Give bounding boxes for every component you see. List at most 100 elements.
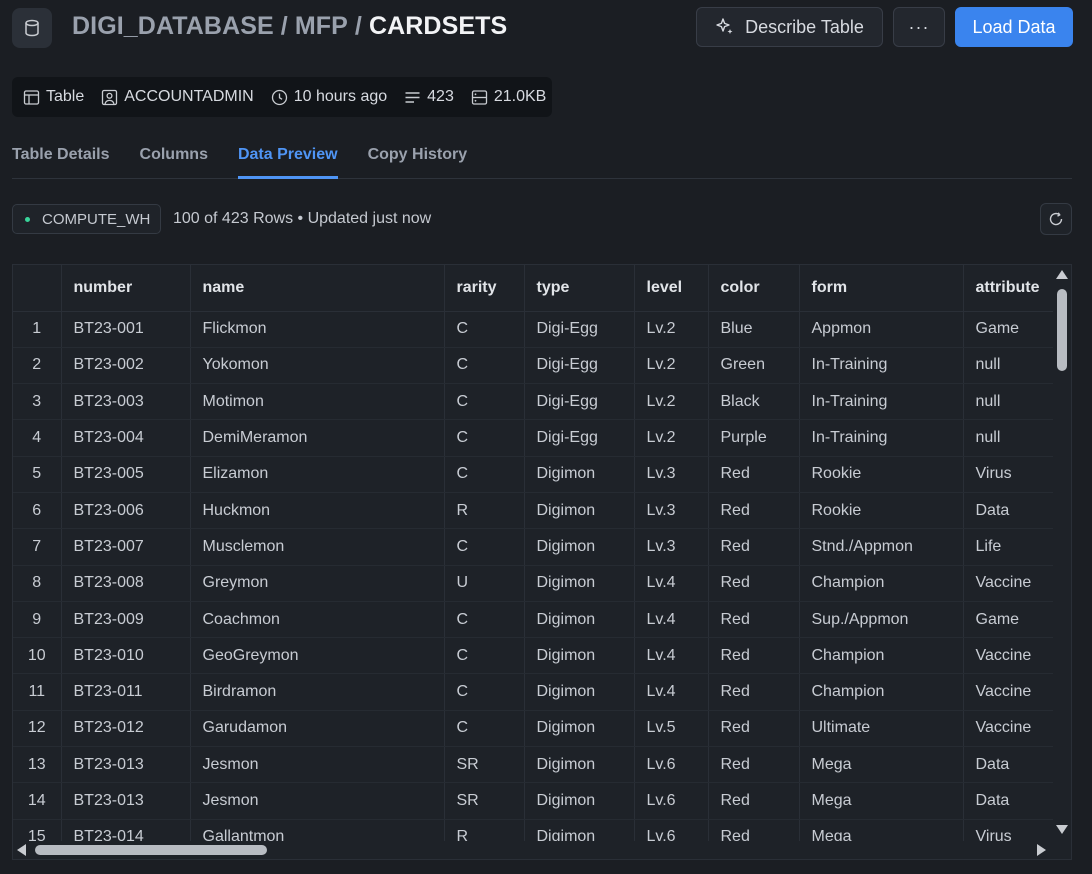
cell-form[interactable]: Rookie — [799, 456, 964, 493]
cell-number[interactable]: BT23-008 — [61, 565, 191, 602]
cell-name[interactable]: Motimon — [190, 383, 445, 421]
table-row[interactable]: 7 BT23-007 Musclemon C Digimon Lv.3 Red Stnd./A… — [13, 528, 1053, 566]
cell-color[interactable]: Black — [708, 383, 800, 421]
cell-type[interactable]: Digimon — [524, 746, 635, 784]
warehouse-selector[interactable]: COMPUTE_WH — [12, 204, 162, 234]
cell-attribute[interactable]: Game — [963, 601, 1053, 639]
cell-rarity[interactable]: R — [444, 492, 525, 530]
cell-name[interactable]: Huckmon — [190, 492, 445, 530]
cell-number[interactable]: BT23-005 — [61, 456, 191, 493]
cell-number[interactable]: BT23-010 — [61, 637, 191, 675]
table-row[interactable]: 13 BT23-013 Jesmon SR Digimon Lv.6 Red Mega Data — [13, 746, 1053, 784]
cell-color[interactable]: Red — [708, 710, 800, 748]
cell-type[interactable]: Digimon — [524, 601, 635, 639]
cell-rarity[interactable]: C — [444, 673, 525, 711]
column-header-color[interactable]: color — [708, 265, 800, 312]
cell-level[interactable]: Lv.2 — [634, 419, 709, 457]
table-row[interactable]: 9 BT23-009 Coachmon C Digimon Lv.4 Red Sup./App… — [13, 601, 1053, 639]
cell-attribute[interactable]: Life — [963, 528, 1053, 566]
cell-attribute[interactable]: Vaccine — [963, 710, 1053, 748]
cell-number[interactable]: BT23-002 — [61, 347, 191, 385]
column-header-number[interactable]: number — [61, 265, 191, 312]
cell-color[interactable]: Red — [708, 601, 800, 639]
cell-form[interactable]: Champion — [799, 673, 964, 711]
cell-number[interactable]: BT23-004 — [61, 419, 191, 457]
cell-level[interactable]: Lv.4 — [634, 601, 709, 639]
cell-type[interactable]: Digimon — [524, 673, 635, 711]
tab-copy-history[interactable]: Copy History — [368, 130, 468, 179]
cell-level[interactable]: Lv.6 — [634, 782, 709, 820]
cell-form[interactable]: Mega — [799, 746, 964, 784]
cell-form[interactable]: In-Training — [799, 419, 964, 457]
cell-level[interactable]: Lv.4 — [634, 637, 709, 675]
cell-name[interactable]: Garudamon — [190, 710, 445, 748]
column-header-form[interactable]: form — [799, 265, 964, 312]
column-header-index[interactable] — [13, 265, 62, 312]
table-row[interactable]: 4 BT23-004 DemiMeramon C Digi-Egg Lv.2 Purple I… — [13, 419, 1053, 457]
cell-name[interactable]: Elizamon — [190, 456, 445, 493]
describe-table-button[interactable]: Describe Table — [696, 7, 883, 47]
cell-attribute[interactable]: Vaccine — [963, 637, 1053, 675]
cell-color[interactable]: Red — [708, 746, 800, 784]
breadcrumb-database[interactable]: DIGI_DATABASE — [72, 12, 274, 40]
vertical-scrollbar[interactable] — [1053, 265, 1071, 841]
column-header-type[interactable]: type — [524, 265, 635, 312]
cell-rarity[interactable]: C — [444, 383, 525, 421]
cell-level[interactable]: Lv.2 — [634, 383, 709, 421]
cell-color[interactable]: Red — [708, 782, 800, 820]
cell-level[interactable]: Lv.3 — [634, 492, 709, 530]
cell-form[interactable]: Ultimate — [799, 710, 964, 748]
table-row[interactable]: 1 BT23-001 Flickmon C Digi-Egg Lv.2 Blue Appmon… — [13, 311, 1053, 348]
column-header-level[interactable]: level — [634, 265, 709, 312]
cell-form[interactable]: Champion — [799, 565, 964, 602]
cell-form[interactable]: Appmon — [799, 311, 964, 348]
cell-type[interactable]: Digi-Egg — [524, 419, 635, 457]
table-row[interactable]: 10 BT23-010 GeoGreymon C Digimon Lv.4 Red Champ… — [13, 637, 1053, 675]
cell-level[interactable]: Lv.5 — [634, 710, 709, 748]
cell-attribute[interactable]: Game — [963, 311, 1053, 348]
tab-table-details[interactable]: Table Details — [12, 130, 110, 179]
cell-form[interactable]: Mega — [799, 782, 964, 820]
cell-number[interactable]: BT23-006 — [61, 492, 191, 530]
table-row[interactable]: 11 BT23-011 Birdramon C Digimon Lv.4 Red Champi… — [13, 673, 1053, 711]
cell-rarity[interactable]: SR — [444, 782, 525, 820]
vertical-scroll-thumb[interactable] — [1057, 289, 1067, 371]
cell-color[interactable]: Red — [708, 492, 800, 530]
cell-color[interactable]: Red — [708, 565, 800, 602]
cell-rarity[interactable]: C — [444, 710, 525, 748]
cell-attribute[interactable]: null — [963, 347, 1053, 385]
cell-rarity[interactable]: C — [444, 419, 525, 457]
cell-name[interactable]: Greymon — [190, 565, 445, 602]
cell-level[interactable]: Lv.4 — [634, 673, 709, 711]
breadcrumb-schema[interactable]: MFP — [295, 12, 348, 40]
cell-number[interactable]: BT23-013 — [61, 746, 191, 784]
scroll-left-icon[interactable] — [17, 844, 26, 856]
cell-name[interactable]: Coachmon — [190, 601, 445, 639]
refresh-button[interactable] — [1040, 203, 1072, 235]
column-header-attribute[interactable]: attribute — [963, 265, 1053, 312]
cell-number[interactable]: BT23-001 — [61, 311, 191, 348]
cell-number[interactable]: BT23-012 — [61, 710, 191, 748]
cell-type[interactable]: Digi-Egg — [524, 347, 635, 385]
more-options-button[interactable]: ··· — [893, 7, 945, 47]
cell-number[interactable]: BT23-013 — [61, 782, 191, 820]
cell-type[interactable]: Digimon — [524, 710, 635, 748]
tab-data-preview[interactable]: Data Preview — [237, 130, 338, 179]
cell-type[interactable]: Digimon — [524, 528, 635, 566]
table-row[interactable]: 6 BT23-006 Huckmon R Digimon Lv.3 Red Rookie Dat… — [13, 492, 1053, 530]
scroll-up-icon[interactable] — [1056, 270, 1068, 279]
cell-number[interactable]: BT23-011 — [61, 673, 191, 711]
cell-name[interactable]: Jesmon — [190, 782, 445, 820]
cell-form[interactable]: Rookie — [799, 492, 964, 530]
cell-color[interactable]: Red — [708, 456, 800, 493]
cell-rarity[interactable]: C — [444, 347, 525, 385]
cell-type[interactable]: Digi-Egg — [524, 383, 635, 421]
cell-number[interactable]: BT23-003 — [61, 383, 191, 421]
cell-level[interactable]: Lv.6 — [634, 746, 709, 784]
cell-name[interactable]: Flickmon — [190, 311, 445, 348]
cell-form[interactable]: In-Training — [799, 383, 964, 421]
cell-attribute[interactable]: Virus — [963, 456, 1053, 493]
horizontal-scrollbar[interactable] — [13, 841, 1071, 859]
scroll-down-icon[interactable] — [1056, 825, 1068, 834]
load-data-button[interactable]: Load Data — [955, 7, 1073, 47]
